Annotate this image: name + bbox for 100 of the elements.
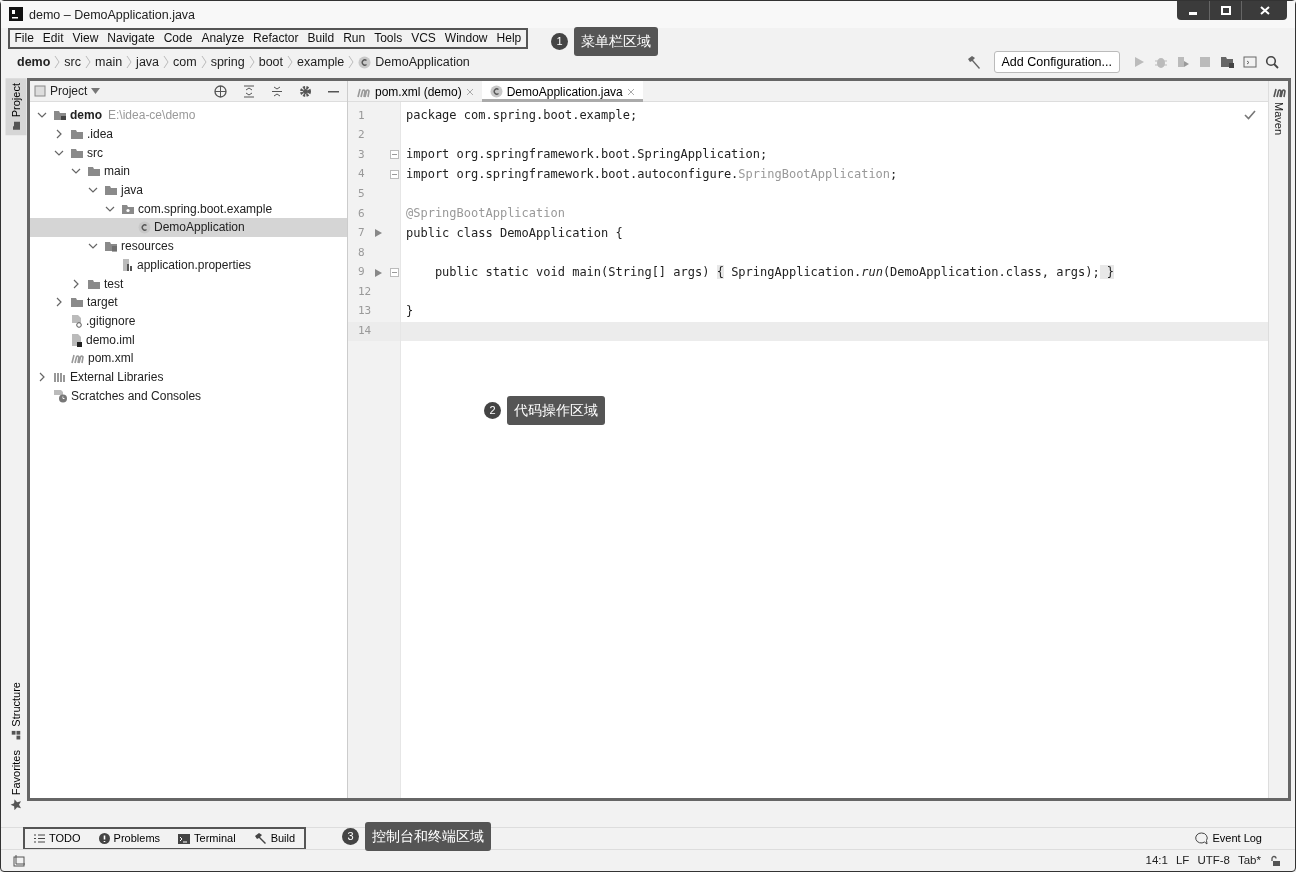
tree-item[interactable]: pom.xml — [88, 349, 134, 368]
window-title: demo – DemoApplication.java — [29, 7, 196, 24]
chevron-icon — [200, 55, 207, 69]
status-item[interactable]: LF — [1175, 851, 1190, 870]
menu-item[interactable]: Tools — [369, 30, 407, 47]
editor-tab[interactable]: pom.xml (demo) — [348, 81, 482, 102]
expand-all-icon[interactable] — [243, 84, 255, 98]
breadcrumb[interactable]: DemoApplication — [375, 52, 470, 72]
settings-icon[interactable] — [299, 84, 312, 98]
tree-item[interactable]: demo.iml — [86, 330, 135, 349]
code-line: @SpringBootApplication — [405, 205, 565, 220]
lock-icon[interactable] — [1269, 854, 1281, 867]
event-log-button[interactable]: Event Log — [1186, 830, 1271, 847]
line-number: 9 — [357, 264, 366, 281]
status-item[interactable]: UTF-8 — [1197, 851, 1230, 870]
tool-window-tab[interactable]: Maven — [1268, 98, 1289, 140]
class-icon — [138, 220, 151, 234]
tool-window-button[interactable]: Build — [244, 830, 305, 847]
coverage-icon[interactable] — [1176, 55, 1190, 69]
maven-file-icon — [70, 352, 85, 365]
maven-icon[interactable] — [1271, 86, 1286, 98]
tree-item[interactable]: resources — [121, 237, 174, 256]
breadcrumb[interactable]: demo — [17, 52, 51, 72]
fold-icon[interactable] — [390, 150, 399, 160]
tree-item[interactable]: target — [87, 293, 118, 312]
run-icon[interactable] — [374, 228, 383, 239]
tree-item[interactable]: .gitignore — [86, 311, 136, 330]
collapse-all-icon[interactable] — [271, 84, 283, 98]
add-configuration-button[interactable]: Add Configuration... — [993, 50, 1120, 74]
breadcrumb[interactable]: src — [64, 52, 81, 72]
chevron-icon — [248, 55, 255, 69]
menu-item[interactable]: Help — [492, 30, 526, 47]
caret-icon[interactable] — [91, 88, 101, 94]
tool-window-tab[interactable]: Favorites — [5, 744, 27, 815]
tree-item[interactable]: src — [87, 143, 103, 162]
menu-item[interactable]: Analyze — [196, 30, 249, 47]
breadcrumb[interactable]: example — [297, 52, 345, 72]
menu-item[interactable]: File — [10, 30, 39, 47]
star-icon — [10, 799, 22, 810]
tool-window-tab[interactable]: Project — [5, 78, 27, 136]
tool-window-button[interactable]: Problems — [89, 830, 170, 847]
fold-icon[interactable] — [390, 170, 399, 180]
list-icon — [34, 834, 45, 843]
folder-icon — [11, 120, 21, 131]
ignored-file-icon — [70, 313, 83, 328]
crosshair-icon[interactable] — [214, 84, 227, 98]
hammer-icon[interactable] — [965, 54, 982, 70]
module-folder-icon — [53, 109, 67, 122]
menu-item[interactable]: Run — [338, 30, 370, 47]
window-icon[interactable] — [1243, 55, 1257, 69]
tree-item[interactable]: java — [121, 181, 143, 200]
menu-item[interactable]: Navigate — [102, 30, 160, 47]
tool-window-button[interactable]: TODO — [25, 830, 90, 847]
chevron-icon — [126, 55, 133, 69]
tree-item[interactable]: test — [104, 274, 124, 293]
panel-title[interactable]: Project — [50, 82, 88, 100]
status-item[interactable]: Tab* — [1237, 851, 1261, 870]
callout-label: 控制台和终端区域 — [365, 822, 491, 851]
tree-item[interactable]: External Libraries — [70, 367, 164, 386]
speech-bubble-icon — [1195, 832, 1209, 845]
folder-icon — [87, 165, 101, 178]
tool-window-button[interactable]: Terminal — [169, 830, 245, 847]
tree-item[interactable]: demo — [70, 106, 102, 125]
callout-label: 菜单栏区域 — [574, 27, 658, 56]
search-icon[interactable] — [1265, 55, 1279, 69]
panel-toggle-icon[interactable] — [13, 854, 26, 867]
run-icon[interactable] — [374, 267, 383, 278]
menu-item[interactable]: Code — [159, 30, 197, 47]
menu-item[interactable]: View — [68, 30, 103, 47]
project-structure-icon[interactable] — [1220, 55, 1235, 69]
package-folder-icon — [121, 202, 135, 215]
line-number: 1 — [357, 107, 366, 124]
panel-icon — [34, 85, 46, 97]
minimize-icon[interactable] — [328, 89, 339, 93]
editor-tab[interactable]: DemoApplication.java — [481, 81, 643, 102]
menu-item[interactable]: Refactor — [248, 30, 303, 47]
breadcrumb[interactable]: java — [136, 52, 160, 72]
breadcrumb[interactable]: com — [173, 52, 197, 72]
exclamation-icon — [98, 833, 110, 844]
menu-item[interactable]: Edit — [38, 30, 69, 47]
fold-icon[interactable] — [390, 268, 399, 278]
hammer-icon — [253, 832, 267, 845]
tree-item[interactable]: Scratches and Consoles — [71, 386, 202, 405]
menu-item[interactable]: Build — [302, 30, 339, 47]
folder-icon — [70, 146, 84, 159]
tool-window-tab[interactable]: Structure — [5, 677, 27, 745]
tree-item[interactable]: com.spring.boot.example — [138, 199, 273, 218]
breadcrumb[interactable]: boot — [258, 52, 284, 72]
line-number: 3 — [357, 146, 366, 163]
chevron-icon — [287, 55, 294, 69]
libraries-icon — [53, 370, 67, 383]
menu-item[interactable]: VCS — [406, 30, 441, 47]
menu-item[interactable]: Window — [440, 30, 493, 47]
tree-item[interactable]: application.properties — [137, 255, 252, 274]
tree-item[interactable]: .idea — [87, 125, 114, 144]
breadcrumb[interactable]: main — [95, 52, 123, 72]
tree-item[interactable]: main — [104, 162, 130, 181]
breadcrumb[interactable]: spring — [210, 52, 245, 72]
status-item[interactable]: 14:1 — [1145, 851, 1168, 870]
code-line: } — [405, 303, 414, 318]
